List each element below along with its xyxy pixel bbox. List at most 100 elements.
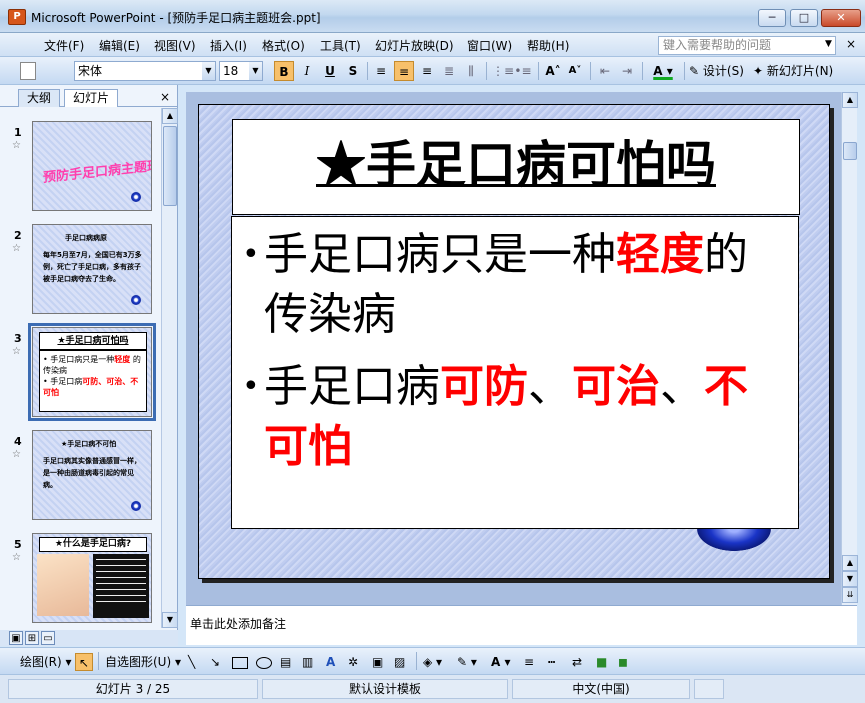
menu-tools[interactable]: 工具(T) xyxy=(320,37,361,54)
font-size-select[interactable]: 18 ▼ xyxy=(219,61,263,81)
scroll-down-icon[interactable]: ▲ xyxy=(842,555,858,571)
menu-help[interactable]: 帮助(H) xyxy=(527,37,569,54)
notes-pane[interactable]: 单击此处添加备注 xyxy=(186,605,857,645)
font-color-icon[interactable]: A ▾ xyxy=(648,61,678,81)
align-right-icon[interactable]: ≡ xyxy=(418,61,436,81)
minimize-button[interactable]: ─ xyxy=(758,9,786,27)
align-center-icon[interactable]: ≡ xyxy=(394,61,414,81)
bullet-item: • 手足口病只是一种轻度的传染病 xyxy=(242,225,788,345)
oval-icon[interactable] xyxy=(256,657,272,669)
diagram-icon[interactable]: ✲ xyxy=(348,653,358,671)
menu-format[interactable]: 格式(O) xyxy=(262,37,305,54)
pointer-icon[interactable]: ↖ xyxy=(75,653,93,671)
arrow-style-icon[interactable]: ⇄ xyxy=(572,653,582,671)
dash-style-icon[interactable]: ┅ xyxy=(548,653,555,671)
decrease-indent-icon[interactable]: ⇤ xyxy=(596,61,614,81)
slide-canvas[interactable]: ★手足口病可怕吗 • 手足口病只是一种轻度的传染病 • 手足口病可防、可治、不可… xyxy=(198,104,830,579)
3d-style-icon[interactable]: ◼ xyxy=(618,653,628,671)
textbox-icon[interactable]: ▤ xyxy=(280,653,291,671)
align-left-icon[interactable]: ≡ xyxy=(372,61,390,81)
close-icon[interactable]: × xyxy=(160,90,170,104)
font-select[interactable]: 宋体 ▼ xyxy=(74,61,216,81)
scroll-up-icon[interactable]: ▲ xyxy=(842,92,858,108)
slide-scrollbar[interactable]: ▲ ▲ ▼ ⇊ xyxy=(841,92,858,605)
draw-menu-button[interactable]: 绘图(R) ▾ xyxy=(20,653,72,671)
design-button[interactable]: ✎ 设计(S) xyxy=(689,61,749,81)
italic-icon[interactable]: I xyxy=(297,61,317,81)
increase-indent-icon[interactable]: ⇥ xyxy=(618,61,636,81)
thumbnail-row[interactable]: 4 ☆ ★手足口病不可怕 手足口病其实像普通感冒一样，是一种由肠道病毒引起的常见… xyxy=(0,423,160,520)
new-icon[interactable] xyxy=(20,62,36,80)
thumbnail-row[interactable]: 2 ☆ 手足口病病原 每年5月至7月，全国已有3万多例，死亡了手足口病，多有孩子… xyxy=(0,217,160,314)
slideshow-view-icon[interactable]: ▭ xyxy=(41,631,55,645)
orb-icon xyxy=(131,501,141,511)
picture-icon[interactable]: ▨ xyxy=(394,653,405,671)
increase-font-icon[interactable]: A˄ xyxy=(544,61,562,81)
orb-icon xyxy=(131,192,141,202)
document-close-icon[interactable]: × xyxy=(846,37,856,51)
slide-thumbnail[interactable]: 手足口病病原 每年5月至7月，全国已有3万多例，死亡了手足口病，多有孩子被手足口… xyxy=(32,224,152,314)
bullet-text: 、 xyxy=(660,361,704,412)
shadow-style-icon[interactable]: ■ xyxy=(596,653,607,671)
sorter-view-icon[interactable]: ⊞ xyxy=(25,631,39,645)
tab-outline[interactable]: 大纲 xyxy=(18,89,61,107)
close-button[interactable]: ✕ xyxy=(821,9,861,27)
autoshapes-menu-button[interactable]: 自选图形(U) ▾ xyxy=(105,653,181,671)
scroll-up-icon[interactable]: ▲ xyxy=(162,108,178,124)
help-dropdown-icon[interactable]: ▼ xyxy=(825,39,832,49)
decrease-font-icon[interactable]: A˅ xyxy=(566,61,584,81)
thumbnail-row[interactable]: 1 ☆ 预防手足口病主题班会 xyxy=(0,114,160,211)
menu-file[interactable]: 文件(F) xyxy=(44,37,84,54)
justify-icon[interactable]: ≣ xyxy=(440,61,458,81)
normal-view-icon[interactable]: ▣ xyxy=(9,631,23,645)
maximize-button[interactable]: □ xyxy=(790,9,818,27)
bold-icon[interactable]: B xyxy=(274,61,294,81)
status-bar: 幻灯片 3 / 25 默认设计模板 中文(中国) xyxy=(0,674,865,703)
thumbnail-text-block xyxy=(93,554,149,618)
slide-thumbnail[interactable]: 预防手足口病主题班会 xyxy=(32,121,152,211)
line-style-icon[interactable]: ≡ xyxy=(524,653,534,671)
rectangle-icon[interactable] xyxy=(232,657,248,669)
line-color-icon[interactable]: ✎ ▾ xyxy=(457,653,477,671)
next-slide-icon[interactable]: ⇊ xyxy=(842,587,858,603)
vertical-textbox-icon[interactable]: ▥ xyxy=(302,653,313,671)
arrow-icon[interactable]: ↘ xyxy=(210,653,220,671)
menu-view[interactable]: 视图(V) xyxy=(154,37,196,54)
help-search-input[interactable]: 键入需要帮助的问题 xyxy=(658,36,836,55)
menu-insert[interactable]: 插入(I) xyxy=(210,37,247,54)
menu-slideshow[interactable]: 幻灯片放映(D) xyxy=(375,37,454,54)
slide-thumbnails: 1 ☆ 预防手足口病主题班会 2 ☆ 手足口病病原 每年5月至7月，全国已有3万… xyxy=(0,108,160,628)
scroll-down-icon[interactable]: ▼ xyxy=(162,612,178,628)
shadow-icon[interactable]: S xyxy=(343,61,363,81)
design-template[interactable]: 默认设计模板 xyxy=(262,679,508,699)
slide-thumbnail[interactable]: ★手足口病不可怕 手足口病其实像普通感冒一样，是一种由肠道病毒引起的常见病。 xyxy=(32,430,152,520)
scroll-thumb[interactable] xyxy=(843,142,857,160)
thumbnail-row[interactable]: 3 ☆ ★手足口病可怕吗 • 手足口病只是一种轻度 的传染病 • 手足口病可防、… xyxy=(0,320,160,421)
scroll-down-icon[interactable]: ▼ xyxy=(842,571,858,587)
new-slide-button[interactable]: ✦ 新幻灯片(N) xyxy=(753,61,843,81)
chevron-down-icon[interactable]: ▼ xyxy=(202,62,215,80)
wordart-icon[interactable]: A xyxy=(326,653,335,671)
scroll-thumb[interactable] xyxy=(163,126,177,206)
slide-title-placeholder[interactable]: ★手足口病可怕吗 xyxy=(232,119,800,215)
tab-slides[interactable]: 幻灯片 xyxy=(64,89,119,107)
menu-edit[interactable]: 编辑(E) xyxy=(99,37,140,54)
app-icon[interactable]: P xyxy=(8,9,26,25)
numbering-icon[interactable]: ⋮≡ xyxy=(492,61,514,81)
slide-thumbnail-selected[interactable]: ★手足口病可怕吗 • 手足口病只是一种轻度 的传染病 • 手足口病可防、可治、不… xyxy=(28,323,156,421)
distribute-icon[interactable]: ⫼ xyxy=(462,61,480,81)
bullets-icon[interactable]: •≡ xyxy=(514,61,532,81)
thumbnails-scrollbar[interactable]: ▲ ▼ xyxy=(161,108,178,628)
font-color-icon[interactable]: A ▾ xyxy=(491,653,511,671)
chevron-down-icon[interactable]: ▼ xyxy=(249,62,262,80)
fill-color-icon[interactable]: ◈ ▾ xyxy=(423,653,442,671)
slide-body-placeholder[interactable]: • 手足口病只是一种轻度的传染病 • 手足口病可防、可治、不可怕 xyxy=(231,216,799,529)
underline-icon[interactable]: U xyxy=(320,61,340,81)
thumbnail-row[interactable]: 5 ☆ ★什么是手足口病? xyxy=(0,526,160,623)
slide-thumbnail[interactable]: ★什么是手足口病? xyxy=(32,533,152,623)
slide-workspace: ★手足口病可怕吗 • 手足口病只是一种轻度的传染病 • 手足口病可防、可治、不可… xyxy=(186,92,841,605)
clipart-icon[interactable]: ▣ xyxy=(372,653,383,671)
slide-number: 5 xyxy=(14,538,22,551)
line-icon[interactable]: ╲ xyxy=(188,653,195,671)
menu-window[interactable]: 窗口(W) xyxy=(467,37,512,54)
